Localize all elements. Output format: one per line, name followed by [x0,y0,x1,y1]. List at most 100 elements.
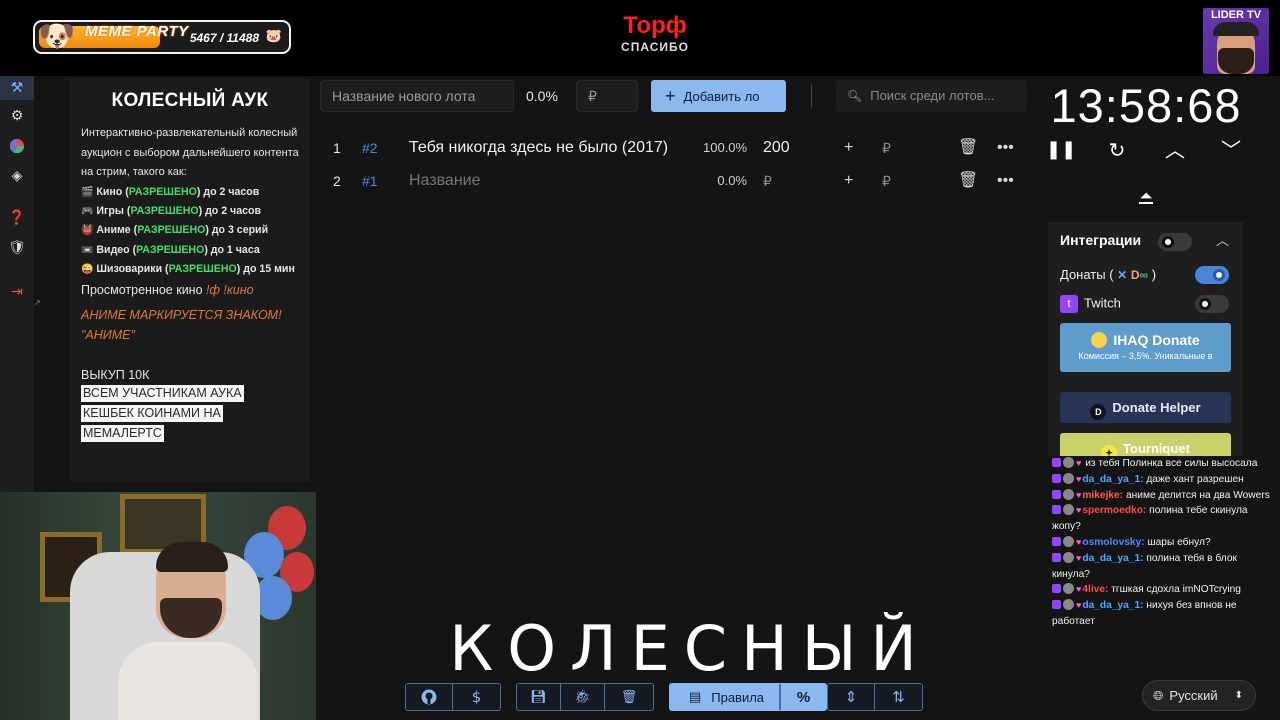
chevron-up-icon[interactable]: ︿ [1160,136,1190,164]
trash-icon[interactable]: 🗑︎ [958,165,978,197]
doge-icon: 🐶 [38,20,76,54]
external-link-icon: ↗ [34,298,41,307]
more-options-icon[interactable]: ••• [997,165,1014,197]
currency-input[interactable]: ₽ [882,165,891,197]
sort-icon[interactable]: ⇅ [875,684,922,710]
rule-limit: до 15 мин [243,263,295,276]
chat-text: аниме делится на два Wowers [1125,489,1270,501]
stream-title: Торф [623,12,687,39]
avatar-cap [1213,22,1259,36]
lot-row: 1 #2 Тебя никогда здесь не было (2017) 1… [320,132,1026,164]
pause-icon[interactable]: ❚❚ [1046,136,1076,164]
wheel-chart-icon[interactable] [0,134,34,158]
tourniquet-button[interactable]: ✦ Tourniquet [1060,433,1231,456]
add-amount-icon[interactable]: + [844,132,853,164]
chat-message: ♥ из тебя Полинка все силы высосала [1048,456,1270,472]
currency-input[interactable]: ₽ [882,132,891,164]
rule-status: РАЗРЕШЕНО [137,224,206,237]
chat-username: osmolovsky: [1082,536,1145,548]
avatar [1063,583,1074,595]
twitch-icon: t [1060,295,1078,313]
stream-chat: ♥ из тебя Полинка все силы высосала ♥da_d… [1048,456,1270,668]
chat-message: ♥osmolovsky: шары ебнул? [1048,535,1270,551]
description-title: КОЛЕСНЫЙ АУК [111,90,269,111]
integrations-panel: Интеграции ︿ Донаты ( ✕ D∞ ) t Twitch IHA… [1048,222,1243,456]
collapse-icon[interactable]: ⏶ [1133,186,1159,210]
chat-username: mikejke: [1082,489,1124,501]
avatar [1063,551,1074,563]
save-icon[interactable]: 💾︎ [517,684,561,710]
github-icon[interactable] [406,684,453,710]
content-rules-list: 🎬 Кино (РАЗРЕШЕНО) до 2 часов 🎮 Игры (РАЗ… [81,183,299,280]
auction-description: КОЛЕСНЫЙ АУК Интерактивно-развлекательны… [70,78,310,482]
avatar [1063,599,1074,611]
gear-icon[interactable]: ⚙ [0,104,34,128]
twitch-badge-icon [1052,536,1061,546]
percent-toggle-button[interactable]: % [780,684,826,710]
actions-button-group: 💾︎ 🐞︎ 🗑︎ [516,683,654,711]
twitch-label: Twitch [1084,295,1121,311]
view-button-group: ⇕ ⇅ [827,683,923,711]
rule-limit: до 1 часа [210,243,260,256]
logout-icon[interactable]: ⇥ [0,280,34,304]
rule-emoji-icon: 😜 [81,264,94,276]
add-lot-button[interactable]: + Добавить ло [651,80,786,112]
content-rule: 👹 Аниме (РАЗРЕШЕНО) до 3 серий [81,224,269,237]
donate-dollar-icon[interactable]: $ [453,684,500,710]
lot-name[interactable]: Тебя никогда здесь не было (2017) [409,132,668,164]
shield-icon[interactable]: 🛡 [0,236,34,260]
chevron-down-icon[interactable]: ﹀ [1216,136,1246,164]
twitch-row: t Twitch [1060,295,1121,313]
clear-lots-icon[interactable]: 🗑︎ [605,684,653,710]
lots-search-input[interactable]: 🔍︎ Поиск среди лотов... [836,80,1027,112]
twitch-toggle[interactable] [1195,295,1229,313]
rule-status: РАЗРЕШЕНО [168,263,237,276]
x-service-icon: ✕ [1117,268,1128,282]
twitch-badge-icon [1052,505,1061,515]
lot-name[interactable]: Название [409,165,481,197]
restart-icon[interactable]: ↻ [1102,136,1132,164]
integrations-toggle[interactable] [1158,233,1192,251]
avatar [1063,535,1074,547]
bug-report-icon[interactable]: 🐞︎ [561,684,605,710]
gavel-icon[interactable]: ⚒ [0,76,34,100]
avatar [1063,488,1074,500]
add-amount-icon[interactable]: + [844,165,853,197]
rules-button-group: ▤ Правила % [669,683,827,711]
heart-badge-icon: ♥ [1076,505,1082,516]
chevron-up-icon[interactable]: ︿ [1216,230,1229,249]
meme-party-count: 5467 / 11488 [189,31,259,45]
heart-badge-icon: ♥ [1076,600,1082,611]
help-icon[interactable]: ❓ [0,206,34,230]
compact-view-icon[interactable]: ⇕ [828,684,875,710]
chat-message: ♥mikejke: аниме делится на два Wowers [1048,488,1270,504]
rule-limit: до 3 серий [211,224,269,237]
globe-icon: 🌐︎ [1153,688,1164,703]
new-lot-amount-input[interactable]: ₽ [576,80,638,112]
lot-amount[interactable]: 200 [763,132,790,164]
new-lot-input[interactable]: Название нового лота [320,80,514,112]
chat-message: ♥da_da_ya_1: полина тебя в блок кинула? [1048,551,1270,583]
language-label: Русский [1169,688,1218,703]
trash-icon[interactable]: 🗑︎ [958,132,978,164]
language-select[interactable]: 🌐︎ Русский ⬍ [1142,680,1256,711]
content-rule: 🎬 Кино (РАЗРЕШЕНО) до 2 часов [81,185,260,198]
chat-username: da_da_ya_1: [1082,473,1144,485]
chat-message: ♥da_da_ya_1: нихуя без впнов не работает [1048,598,1270,630]
new-lot-percent: 0.0% [526,88,558,104]
ihaq-donate-button[interactable]: IHAQ Donate Комиссия – 3,5%. Уникальные … [1060,323,1231,372]
chat-text: шары ебнул? [1147,536,1211,548]
donate-helper-button[interactable]: D Donate Helper [1060,392,1231,423]
lot-amount-input[interactable]: ₽ [763,165,772,197]
content-rule: 🎮 Игры (РАЗРЕШЕНО) до 2 часов [81,204,261,217]
donationalerts-icon: D [1130,268,1140,282]
chat-username: da_da_ya_1: [1082,600,1144,612]
layers-icon[interactable]: ◈ [0,164,34,188]
rule-name: Кино [96,185,123,198]
rule-name: Видео [96,243,130,256]
rules-button[interactable]: ▤ Правила [670,684,780,710]
more-options-icon[interactable]: ••• [997,132,1014,164]
ihaq-icon [1091,332,1108,348]
twitch-badge-icon [1052,458,1061,467]
donations-toggle[interactable] [1195,266,1229,284]
